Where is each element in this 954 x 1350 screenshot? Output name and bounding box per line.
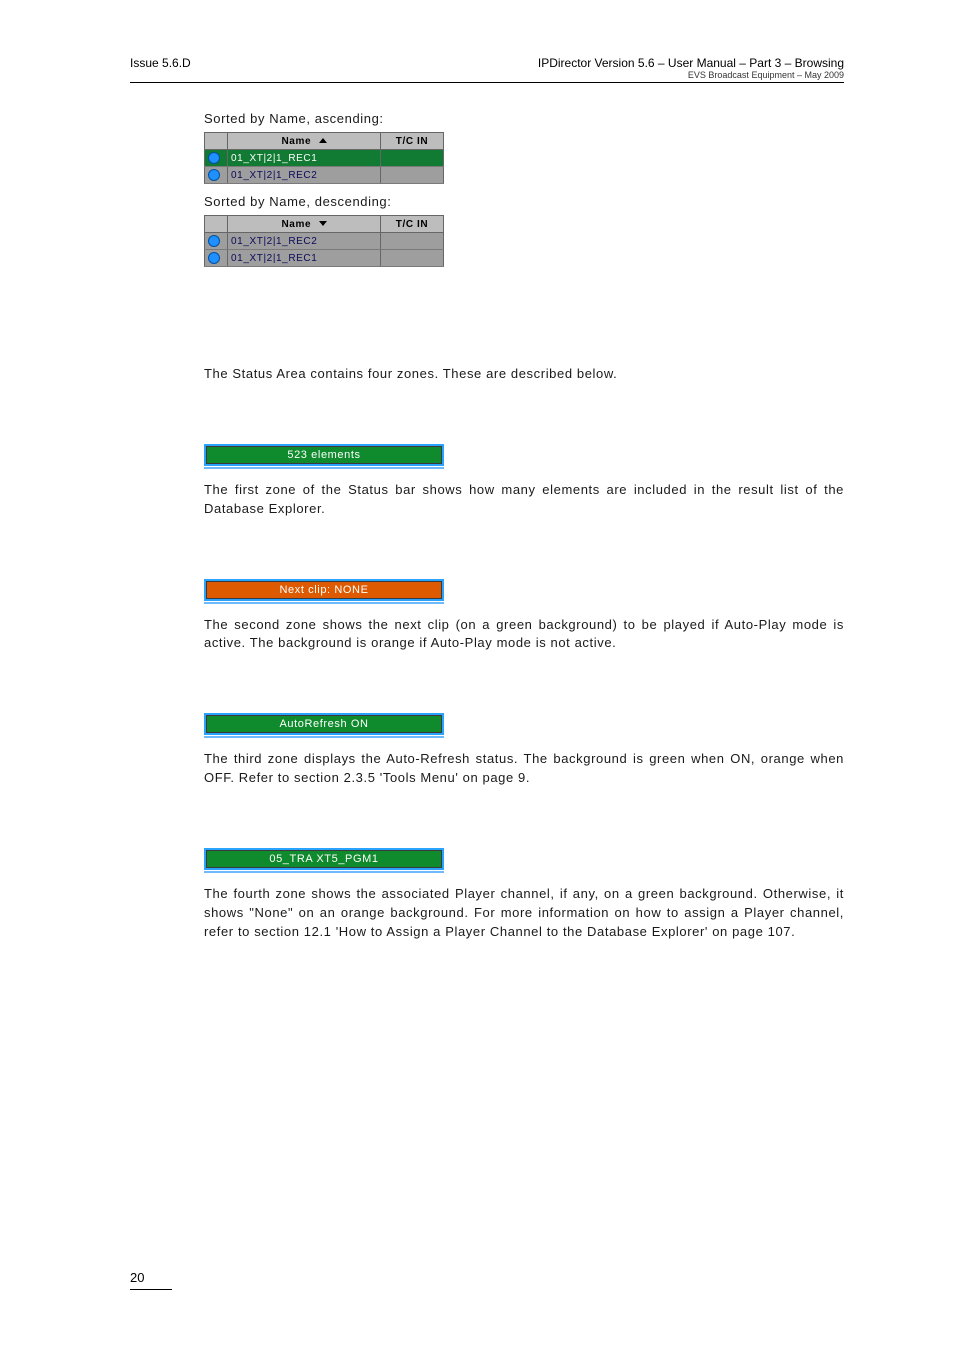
table-row[interactable]: 01_XT|2|1_REC2 — [205, 167, 444, 184]
col-tc[interactable]: T/C IN — [381, 216, 444, 233]
zone3-desc: The third zone displays the Auto-Refresh… — [204, 750, 844, 788]
status-text-1: 523 elements — [207, 447, 441, 463]
status-zone-1: 523 elements — [204, 444, 444, 469]
status-text-4: 05_TRA XT5_PGM1 — [207, 851, 441, 867]
table-row[interactable]: 01_XT|2|1_REC2 — [205, 233, 444, 250]
status-intro: The Status Area contains four zones. The… — [204, 365, 844, 384]
zone4-desc: The fourth zone shows the associated Pla… — [204, 885, 844, 942]
col-icon[interactable] — [205, 216, 228, 233]
grid-descending: Name T/C IN 01_XT|2|1_REC2 01_XT|2|1_REC… — [204, 215, 444, 267]
table-row[interactable]: 01_XT|2|1_REC1 — [205, 250, 444, 267]
clip-icon — [208, 152, 220, 164]
header-right-main: IPDirector Version 5.6 – User Manual – P… — [538, 56, 844, 70]
col-name[interactable]: Name — [228, 133, 381, 150]
status-zone-2: Next clip: NONE — [204, 579, 444, 604]
header-rule — [130, 82, 844, 83]
header-left: Issue 5.6.D — [130, 56, 191, 70]
status-zone-4: 05_TRA XT5_PGM1 — [204, 848, 444, 873]
status-text-3: AutoRefresh ON — [207, 716, 441, 732]
page-number: 20 — [130, 1270, 172, 1290]
col-name-label: Name — [281, 219, 311, 230]
clip-icon — [208, 169, 220, 181]
caption-sort-desc: Sorted by Name, descending: — [204, 194, 844, 209]
sort-desc-icon — [319, 221, 327, 226]
col-icon[interactable] — [205, 133, 228, 150]
sort-asc-icon — [319, 138, 327, 143]
col-name-label: Name — [281, 136, 311, 147]
col-name[interactable]: Name — [228, 216, 381, 233]
grid-ascending: Name T/C IN 01_XT|2|1_REC1 01_XT|2|1_REC… — [204, 132, 444, 184]
table-row[interactable]: 01_XT|2|1_REC1 — [205, 150, 444, 167]
caption-sort-asc: Sorted by Name, ascending: — [204, 111, 844, 126]
col-tc[interactable]: T/C IN — [381, 133, 444, 150]
clip-icon — [208, 252, 220, 264]
status-text-2: Next clip: NONE — [207, 582, 441, 598]
clip-icon — [208, 235, 220, 247]
row-name: 01_XT|2|1_REC2 — [228, 233, 381, 250]
zone2-desc: The second zone shows the next clip (on … — [204, 616, 844, 654]
row-name: 01_XT|2|1_REC2 — [228, 167, 381, 184]
zone1-desc: The first zone of the Status bar shows h… — [204, 481, 844, 519]
header-right-sub: EVS Broadcast Equipment – May 2009 — [538, 70, 844, 80]
row-name: 01_XT|2|1_REC1 — [228, 250, 381, 267]
status-zone-3: AutoRefresh ON — [204, 713, 444, 738]
row-name: 01_XT|2|1_REC1 — [228, 150, 381, 167]
